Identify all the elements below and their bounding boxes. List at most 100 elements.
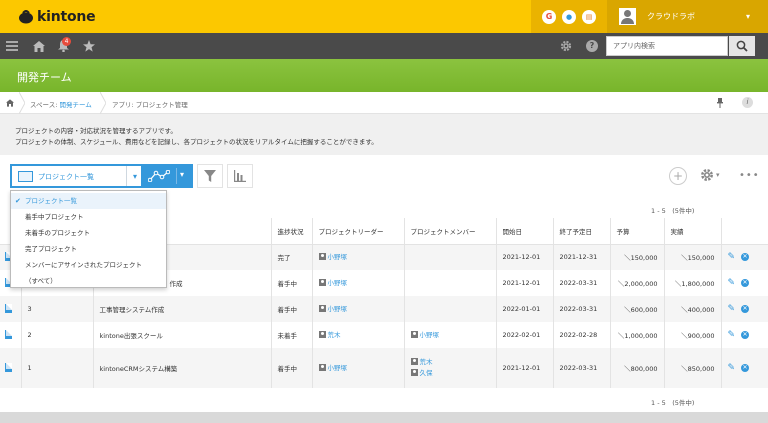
mail-service-icon[interactable]: ▤ [582, 9, 596, 24]
user-link[interactable]: 荒木 [410, 357, 496, 368]
menu-icon[interactable] [4, 33, 20, 59]
view-selector[interactable]: プロジェクト一覧 ▾ [10, 164, 143, 188]
search-field[interactable] [606, 36, 728, 56]
record-id: 1 [21, 348, 94, 388]
start-date: 2021-12-01 [496, 348, 554, 388]
actual-value: ＼850,000 [664, 348, 722, 388]
space-title: 開発チーム [17, 71, 72, 84]
pin-icon[interactable] [717, 98, 723, 108]
breadcrumb-space[interactable]: スペース: 開発チーム [30, 99, 92, 109]
user-menu[interactable]: クラウドラボ ▾ [607, 0, 768, 33]
view-option[interactable]: （すべて） [11, 273, 166, 289]
bottom-strip [0, 412, 768, 423]
user-icon [410, 358, 418, 365]
user-link[interactable]: 小野塚 [318, 278, 404, 289]
breadcrumb-app: アプリ: プロジェクト管理 [112, 101, 188, 109]
chevron-down-icon[interactable]: ▾ [180, 170, 184, 179]
user-link[interactable]: 小野塚 [410, 330, 496, 341]
chart-button[interactable] [227, 164, 253, 188]
view-option[interactable]: 未着手のプロジェクト [11, 225, 166, 241]
kintone-logo[interactable]: kintone [18, 8, 96, 26]
user-icon [410, 369, 418, 376]
app-description: プロジェクトの内容・対応状況を管理するアプリです。 プロジェクトの体制、スケジュ… [0, 114, 768, 155]
service-icons: G ● ▤ [531, 0, 607, 33]
g-service-icon[interactable]: G [542, 9, 556, 24]
view-selected-label: プロジェクト一覧 [38, 173, 94, 181]
edit-pencil-icon[interactable]: ✎ [728, 330, 736, 340]
info-icon[interactable]: i [742, 97, 753, 108]
record-detail-icon[interactable] [5, 303, 12, 313]
end-date: 2022-02-28 [553, 322, 611, 348]
user-icon [410, 330, 418, 338]
actual-value: ＼900,000 [664, 322, 722, 348]
view-dropdown-menu: ✔ プロジェクト一覧 着手中プロジェクト 未着手のプロジェクト 完了プロジェクト … [10, 190, 167, 288]
actual-value: ＼150,000 [664, 244, 722, 270]
breadcrumb: スペース: 開発チーム アプリ: プロジェクト管理 i [0, 92, 768, 114]
record-detail-icon[interactable] [5, 362, 12, 372]
status-cell: 着手中 [271, 270, 313, 296]
status-cell: 完了 [271, 244, 313, 270]
end-date: 2022-03-31 [553, 296, 611, 322]
status-cell: 着手中 [271, 348, 313, 388]
column-header-actual[interactable]: 実績 [664, 218, 722, 245]
graph-button[interactable]: ▾ [143, 164, 193, 188]
end-date: 2022-03-31 [553, 270, 611, 296]
delete-icon[interactable]: ✕ [741, 364, 750, 372]
column-header-budget[interactable]: 予算 [610, 218, 665, 245]
column-header-start-date[interactable]: 開始日 [496, 218, 554, 245]
edit-pencil-icon[interactable]: ✎ [728, 363, 736, 373]
end-date: 2021-12-31 [553, 244, 611, 270]
column-header-members[interactable]: プロジェクトメンバー [404, 218, 497, 245]
add-record-button[interactable]: + [669, 167, 687, 185]
help-icon[interactable]: ? [584, 33, 600, 59]
user-link[interactable]: 小野塚 [318, 304, 404, 315]
edit-pencil-icon[interactable]: ✎ [728, 278, 736, 288]
more-options-icon[interactable]: ••• [739, 170, 760, 181]
user-link[interactable]: 久保 [410, 368, 496, 379]
delete-icon[interactable]: ✕ [741, 331, 750, 339]
members-cell [404, 270, 497, 296]
budget-value: ＼1,000,000 [610, 322, 665, 348]
end-date: 2022-03-31 [553, 348, 611, 388]
delete-icon[interactable]: ✕ [741, 305, 750, 313]
edit-pencil-icon[interactable]: ✎ [728, 252, 736, 262]
chevron-down-icon[interactable]: ▾ [126, 166, 143, 186]
column-header-leader[interactable]: プロジェクトリーダー [312, 218, 405, 245]
user-icon [318, 330, 326, 338]
view-option[interactable]: 完了プロジェクト [11, 241, 166, 257]
kintone-logo-icon [19, 10, 33, 24]
delete-icon[interactable]: ✕ [741, 253, 750, 262]
notification-badge: 4 [62, 37, 71, 46]
filter-button[interactable] [197, 164, 223, 188]
view-option[interactable]: ✔ プロジェクト一覧 [11, 193, 166, 209]
record-id: 2 [21, 322, 94, 348]
actual-value: ＼1,800,000 [664, 270, 722, 296]
user-link[interactable]: 荒木 [318, 330, 404, 341]
start-date: 2021-12-01 [496, 244, 554, 270]
avatar [619, 8, 636, 25]
home-icon[interactable] [6, 99, 14, 107]
delete-icon[interactable]: ✕ [741, 279, 750, 287]
user-link[interactable]: 小野塚 [318, 363, 404, 374]
column-header-end-date[interactable]: 終了予定日 [553, 218, 611, 245]
pagination-top: 1 - 5 (5件中) [651, 207, 695, 215]
view-option[interactable]: 着手中プロジェクト [11, 209, 166, 225]
favorites-star-icon[interactable] [80, 33, 98, 59]
view-option[interactable]: メンバーにアサインされたプロジェクト [11, 257, 166, 273]
user-link[interactable]: 小野塚 [318, 252, 404, 263]
project-name: kintoneCRMシステム構築 [93, 348, 272, 388]
search-button[interactable] [729, 36, 755, 56]
app-settings-button[interactable]: ▾ [700, 168, 720, 182]
edit-pencil-icon[interactable]: ✎ [728, 304, 736, 314]
breadcrumb-separator-icon [100, 92, 106, 114]
user-name: クラウドラボ [647, 12, 695, 21]
search-input[interactable] [607, 37, 727, 55]
settings-gear-icon[interactable] [558, 33, 574, 59]
record-detail-icon[interactable] [5, 329, 12, 339]
column-header-status[interactable]: 進捗状況 [271, 218, 313, 245]
gear-icon [701, 169, 713, 181]
user-icon [318, 252, 326, 260]
user-icon [318, 363, 326, 371]
circle-service-icon[interactable]: ● [562, 9, 576, 24]
home-icon[interactable] [30, 33, 48, 59]
